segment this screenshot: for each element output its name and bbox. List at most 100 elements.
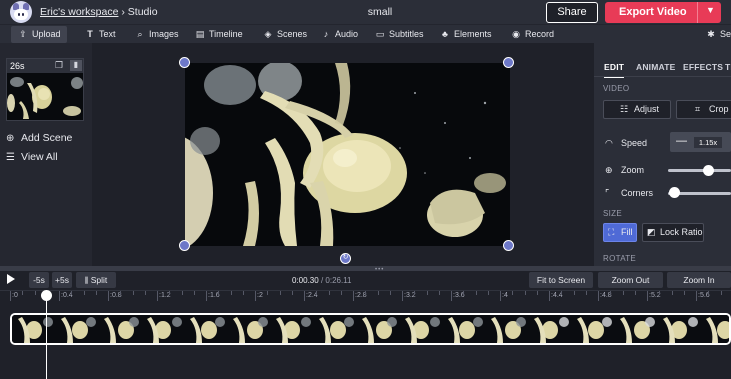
resize-handle-top-right[interactable] (503, 57, 514, 68)
chevron-down-icon[interactable]: ▼ (706, 5, 715, 15)
zoom-out-button[interactable]: Zoom Out (598, 272, 663, 288)
ruler-label: :2 (257, 292, 263, 299)
ruler-minor-tick (365, 291, 367, 295)
layers-icon: ◈ (264, 29, 272, 39)
ruler-tick (255, 291, 256, 301)
filmstrip-frame (12, 315, 54, 343)
ruler-minor-tick (512, 291, 514, 295)
list-icon: ☰ (6, 152, 15, 163)
play-icon[interactable] (7, 274, 15, 284)
upload-icon: ⇪ (19, 29, 27, 39)
tabs-divider (594, 76, 731, 77)
workspace-link[interactable]: Eric's workspace (40, 6, 118, 18)
ruler-minor-tick (340, 291, 342, 295)
lock-ratio-button[interactable]: ◩ Lock Ratio (642, 223, 704, 242)
tool-scenes[interactable]: ◈ Scenes (262, 26, 308, 43)
view-all-button[interactable]: ☰ View All (6, 151, 58, 163)
tool-subtitles[interactable]: ▭ Subtitles (374, 26, 424, 43)
playhead[interactable] (46, 290, 47, 379)
resize-handle-bottom-left[interactable] (179, 240, 190, 251)
scene-card[interactable]: 26s ❐ ▮ (6, 58, 84, 121)
tool-settings[interactable]: ✱Settings (705, 26, 731, 43)
app-logo-icon[interactable] (10, 1, 32, 23)
tool-audio[interactable]: ♪ Audio (320, 26, 358, 43)
tool-record[interactable]: ◉ Record (510, 26, 554, 43)
tool-text[interactable]: T Text (84, 26, 115, 43)
speedometer-icon: ◠ (605, 138, 613, 148)
aspect-ratio-icon: ◩ (647, 227, 656, 237)
speed-stepper[interactable]: — 1.15x (670, 132, 731, 152)
corners-slider-knob[interactable] (669, 187, 680, 198)
ruler-minor-tick (561, 291, 563, 295)
timeline-ruler[interactable]: :0:0.4:0.8:1.2:1.6:2:2.4:2.8:3.2:3.6:4:4… (0, 290, 731, 304)
ruler-tick (598, 291, 599, 301)
top-bar: Eric's workspace › Studio small Share Ex… (0, 0, 731, 24)
rotate-handle-icon[interactable]: ↻ (340, 253, 351, 264)
ruler-minor-tick (573, 291, 575, 295)
ruler-minor-tick (83, 291, 85, 295)
playhead-handle[interactable] (41, 290, 52, 301)
fill-button[interactable]: ⛶ Fill (603, 223, 637, 242)
resize-handle-top-left[interactable] (179, 57, 190, 68)
project-name[interactable]: small (340, 6, 420, 18)
ruler-minor-tick (181, 291, 183, 295)
resize-handle-bottom-right[interactable] (503, 240, 514, 251)
filmstrip-frame (614, 315, 656, 343)
ruler-minor-tick (720, 291, 722, 295)
filmstrip-frame (184, 315, 226, 343)
ruler-tick (402, 291, 403, 301)
minus-icon[interactable]: — (676, 135, 687, 147)
fit-to-screen-button[interactable]: Fit to Screen (529, 272, 593, 288)
zoom-in-button[interactable]: Zoom In (667, 272, 731, 288)
ruler-minor-tick (120, 291, 122, 295)
ruler-tick (353, 291, 354, 301)
ruler-minor-tick (585, 291, 587, 295)
export-video-button[interactable]: Export Video ▼ (605, 2, 721, 23)
ruler-minor-tick (218, 291, 220, 295)
skip-back-button[interactable]: -5s (29, 272, 49, 288)
size-section-label: SIZE (603, 209, 622, 218)
tool-timeline[interactable]: ▤ Timeline (194, 26, 243, 43)
tab-animate[interactable]: ANIMATE (636, 62, 676, 72)
zoom-slider-knob[interactable] (703, 165, 714, 176)
breadcrumb-studio[interactable]: Studio (128, 6, 158, 18)
adjust-button[interactable]: ☷ Adjust (603, 100, 671, 119)
share-button[interactable]: Share (546, 2, 598, 23)
ruler-minor-tick (95, 291, 97, 295)
filmstrip-frame (485, 315, 527, 343)
split-button[interactable]: ⫼ Split (76, 272, 116, 288)
ruler-minor-tick (279, 291, 281, 295)
filmstrip-frame (270, 315, 312, 343)
skip-forward-button[interactable]: +5s (52, 272, 72, 288)
tool-upload[interactable]: ⇪ Upload (11, 26, 67, 43)
tab-transitions[interactable]: TRANSITIONS (725, 62, 731, 72)
ruler-minor-tick (169, 291, 171, 295)
ruler-tick (108, 291, 109, 301)
current-time: 0:00.30 (292, 276, 319, 285)
add-scene-button[interactable]: ⊕ Add Scene (6, 132, 72, 144)
video-track-clip[interactable] (10, 313, 731, 345)
crop-button[interactable]: ⌗ Crop (676, 100, 731, 119)
ruler-minor-tick (291, 291, 293, 295)
ruler-tick (647, 291, 648, 301)
ruler-tick (59, 291, 60, 301)
ruler-minor-tick (328, 291, 330, 295)
filmstrip-frame (141, 315, 183, 343)
video-preview[interactable] (185, 63, 510, 246)
ruler-tick (549, 291, 550, 301)
filmstrip-frame (227, 315, 269, 343)
record-icon: ◉ (512, 29, 520, 39)
trash-icon[interactable]: ▮ (70, 60, 82, 71)
tab-effects[interactable]: EFFECTS (683, 62, 723, 72)
ruler-tick (696, 291, 697, 301)
ruler-minor-tick (487, 291, 489, 295)
export-video-label: Export Video (619, 6, 687, 18)
ruler-minor-tick (524, 291, 526, 295)
zoom-label: ⊕ Zoom (605, 165, 645, 175)
duplicate-icon[interactable]: ❐ (55, 60, 67, 71)
tool-images[interactable]: ⌕ Images (134, 26, 178, 43)
tool-elements[interactable]: ♣ Elements (439, 26, 491, 43)
ruler-minor-tick (463, 291, 465, 295)
speed-value[interactable]: 1.15x (694, 137, 722, 148)
zoom-slider[interactable] (668, 169, 731, 172)
